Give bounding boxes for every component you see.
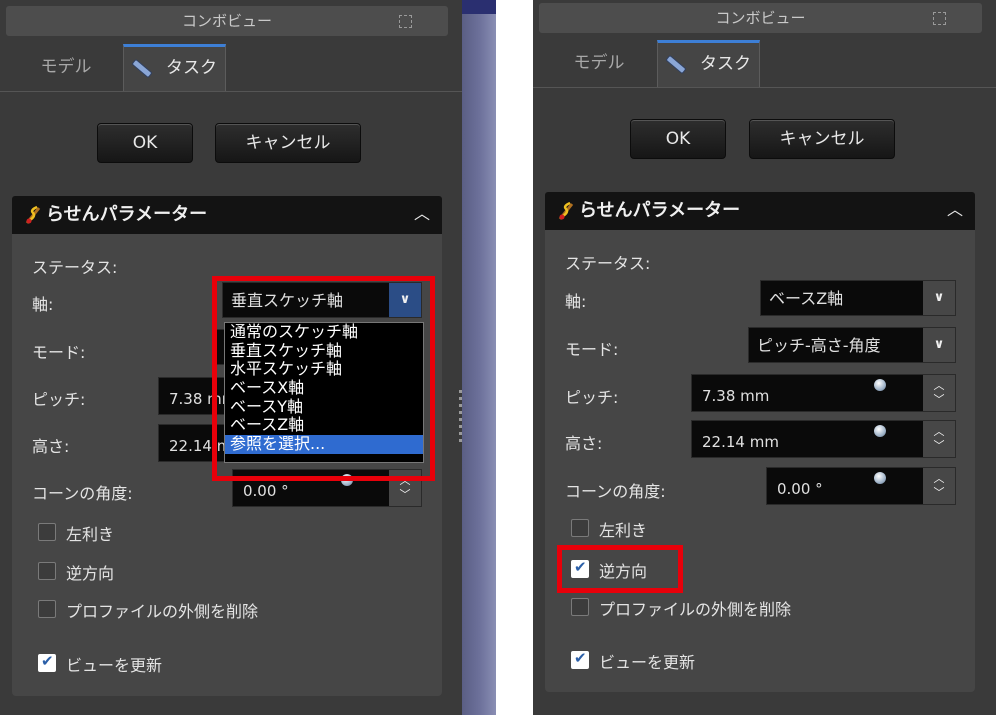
mode-value: ピッチ-高さ-角度 — [757, 336, 881, 355]
3d-viewport-edge — [462, 0, 496, 715]
height-value: 22.14 mm — [702, 433, 779, 451]
section-header[interactable]: らせんパラメーター ︿ — [545, 192, 975, 230]
status-label: ステータス: — [32, 258, 118, 277]
axis-label: 軸: — [32, 295, 54, 314]
float-window-icon[interactable] — [933, 12, 946, 25]
cancel-button[interactable]: キャンセル — [215, 123, 361, 163]
axis-combobox[interactable]: ベースZ軸 ∨ — [760, 280, 956, 316]
mode-label: モード: — [32, 343, 86, 362]
ok-button[interactable]: OK — [630, 119, 726, 159]
height-label: 高さ: — [565, 434, 603, 453]
update-view-label: ビューを更新 — [66, 656, 163, 675]
window-title: コンボビュー — [715, 9, 806, 27]
cone-angle-value: 0.00 ° — [777, 480, 823, 498]
reversed-label: 逆方向 — [66, 564, 115, 583]
cancel-button[interactable]: キャンセル — [749, 119, 895, 159]
pitch-label: ピッチ: — [32, 390, 86, 409]
pitch-value: 7.38 mm — [702, 387, 770, 405]
chevron-down-icon[interactable]: ∨ — [923, 281, 955, 315]
highlight-box-axis — [212, 276, 435, 481]
section-title: らせんパラメーター — [46, 204, 208, 225]
section-title: らせんパラメーター — [579, 200, 741, 221]
tab-bar: モデル タスク — [533, 40, 996, 88]
combo-view-titlebar: コンボビュー — [539, 3, 982, 33]
collapse-icon[interactable]: ︿ — [414, 202, 430, 226]
tab-model[interactable]: モデル — [553, 40, 645, 87]
reversed-checkbox[interactable] — [38, 562, 56, 580]
pencil-icon — [666, 55, 686, 73]
left-handed-checkbox[interactable] — [38, 523, 56, 541]
combo-view-panel-right: コンボビュー モデル タスク OK キャンセル らせんパラメーター ︿ ステータ… — [533, 0, 996, 715]
helix-icon — [25, 205, 41, 224]
cone-angle-spinbox[interactable]: 0.00 ° ︿ ﹀ — [766, 467, 956, 505]
remove-outside-label: プロファイルの外側を削除 — [66, 602, 259, 621]
combo-view-panel-left: コンボビュー モデル タスク OK キャンセル らせんパラメーター ︿ ステータ… — [0, 0, 462, 715]
left-handed-checkbox[interactable] — [571, 519, 589, 537]
cone-angle-value: 0.00 ° — [243, 482, 289, 500]
tab-task-label: タスク — [166, 58, 217, 78]
mode-combobox[interactable]: ピッチ-高さ-角度 ∨ — [748, 327, 956, 363]
spin-arrows-icon[interactable]: ︿ ﹀ — [923, 421, 955, 457]
spin-arrows-icon[interactable]: ︿ ﹀ — [923, 468, 955, 504]
cone-angle-label: コーンの角度: — [32, 484, 133, 503]
3d-viewport-top — [462, 0, 496, 14]
status-label: ステータス: — [565, 254, 651, 273]
left-handed-label: 左利き — [66, 525, 115, 544]
combo-view-titlebar: コンボビュー — [6, 6, 448, 36]
highlight-box-reversed — [557, 545, 683, 593]
tab-bar: モデル タスク — [0, 44, 462, 92]
pitch-spinbox[interactable]: 7.38 mm ︿ ﹀ — [691, 374, 956, 412]
pitch-label: ピッチ: — [565, 388, 619, 407]
window-title: コンボビュー — [181, 12, 272, 30]
update-view-checkbox[interactable] — [38, 652, 56, 672]
expression-icon[interactable] — [874, 472, 886, 484]
tab-task[interactable]: タスク — [123, 44, 226, 91]
update-view-checkbox[interactable] — [571, 649, 589, 669]
remove-outside-label: プロファイルの外側を削除 — [599, 600, 792, 619]
section-header[interactable]: らせんパラメーター ︿ — [12, 196, 442, 234]
tab-model[interactable]: モデル — [20, 44, 112, 91]
expression-icon[interactable] — [874, 379, 886, 391]
left-handed-label: 左利き — [599, 521, 648, 540]
axis-label: 軸: — [565, 292, 587, 311]
ok-button[interactable]: OK — [97, 123, 193, 163]
height-label: 高さ: — [32, 437, 70, 456]
chevron-down-icon[interactable]: ∨ — [923, 328, 955, 362]
update-view-label: ビューを更新 — [599, 653, 696, 672]
remove-outside-checkbox[interactable] — [38, 600, 56, 618]
tab-task[interactable]: タスク — [657, 40, 760, 87]
height-spinbox[interactable]: 22.14 mm ︿ ﹀ — [691, 420, 956, 458]
spin-arrows-icon[interactable]: ︿ ﹀ — [923, 375, 955, 411]
expression-icon[interactable] — [874, 425, 886, 437]
remove-outside-checkbox[interactable] — [571, 598, 589, 616]
mode-label: モード: — [565, 340, 619, 359]
collapse-icon[interactable]: ︿ — [947, 198, 963, 222]
splitter-handle[interactable] — [459, 390, 462, 446]
pencil-icon — [132, 59, 152, 77]
cone-angle-label: コーンの角度: — [565, 482, 666, 501]
helix-parameters-section: らせんパラメーター ︿ ステータス: 軸: ベースZ軸 ∨ モード: ピッチ-高… — [545, 192, 975, 692]
helix-icon — [558, 201, 574, 220]
axis-value: ベースZ軸 — [769, 289, 844, 308]
tab-task-label: タスク — [700, 54, 751, 74]
float-window-icon[interactable] — [399, 15, 412, 28]
